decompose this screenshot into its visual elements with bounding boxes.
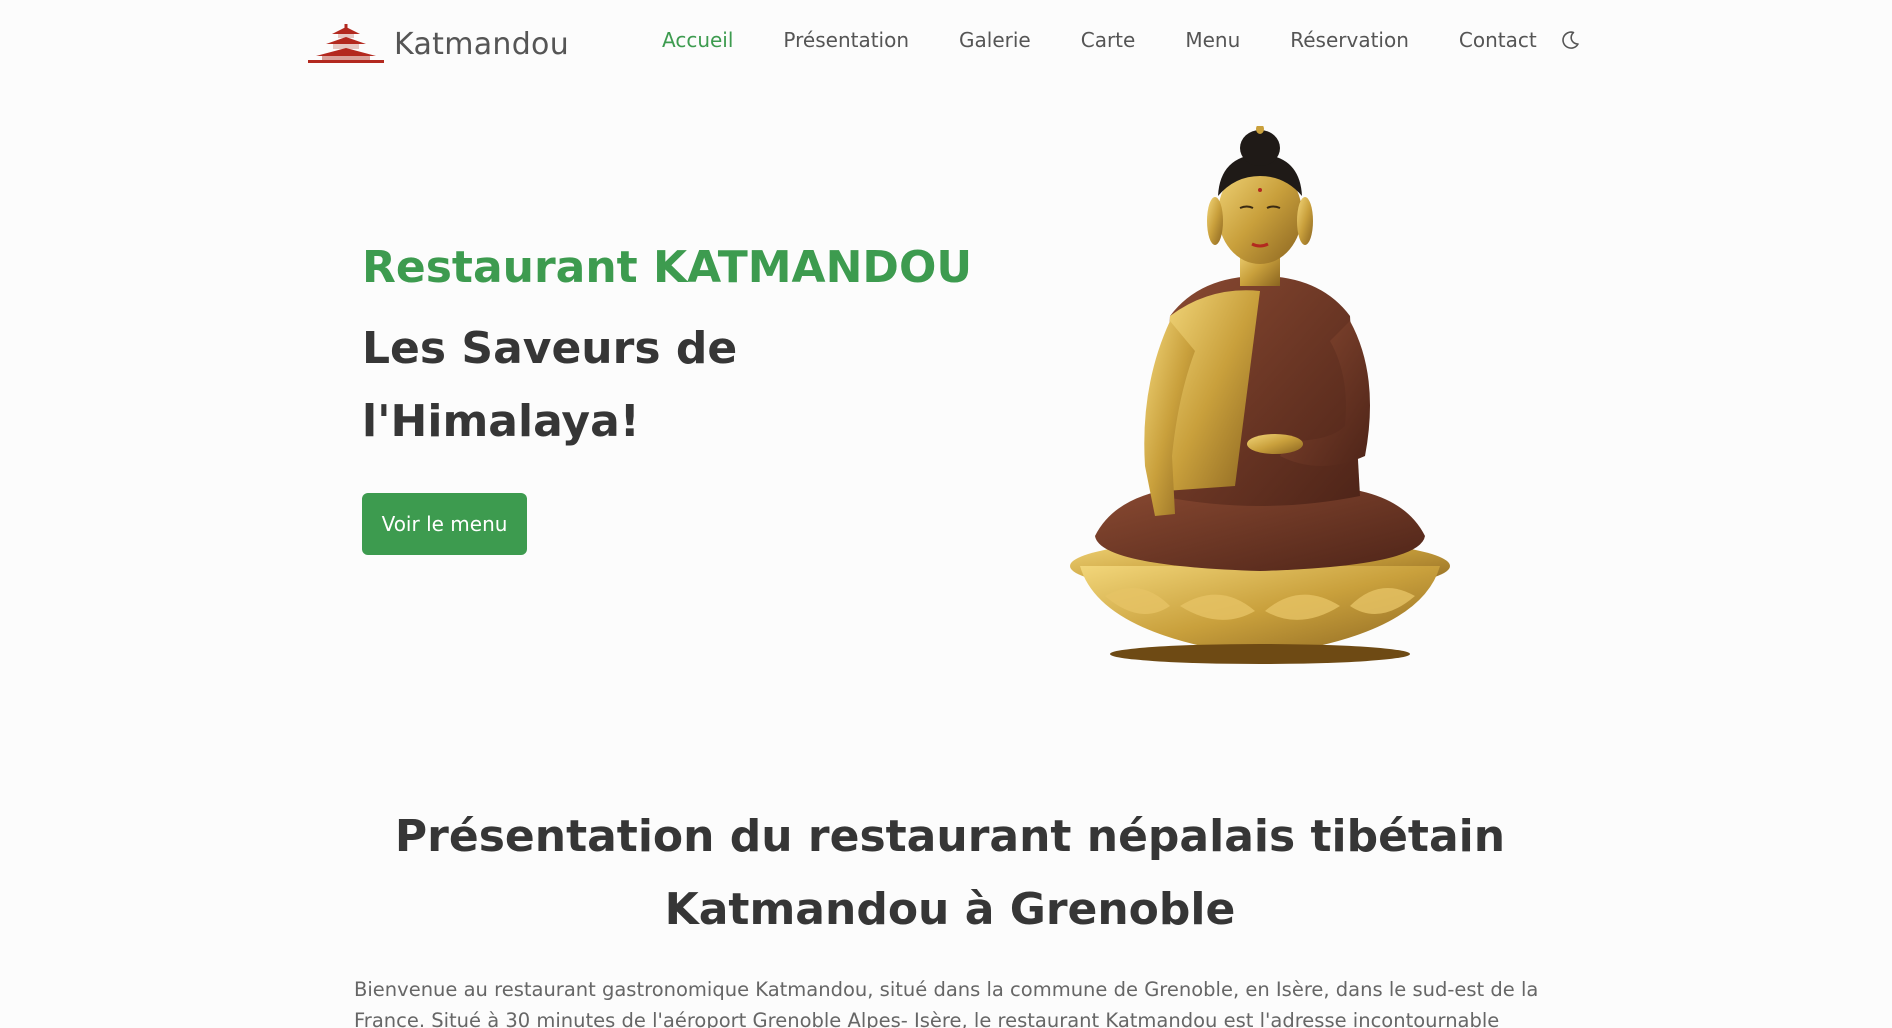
nav-item-carte[interactable]: Carte bbox=[1081, 28, 1136, 52]
presentation-body: Bienvenue au restaurant gastronomique Ka… bbox=[354, 978, 1539, 1028]
buddha-statue-image bbox=[1070, 126, 1450, 664]
page: Katmandou Accueil Présentation Galerie C… bbox=[0, 0, 1892, 1028]
presentation-title: Présentation du restaurant népalais tibé… bbox=[394, 811, 1506, 935]
nav-item-contact[interactable]: Contact bbox=[1459, 28, 1537, 52]
nav-item-reservation[interactable]: Réservation bbox=[1290, 28, 1409, 52]
navbar: Katmandou Accueil Présentation Galerie C… bbox=[0, 0, 1892, 88]
view-menu-button[interactable]: Voir le menu bbox=[362, 493, 527, 555]
nav-item-presentation[interactable]: Présentation bbox=[783, 28, 909, 52]
pagoda-icon bbox=[308, 24, 384, 63]
brand-link[interactable]: Katmandou bbox=[308, 20, 569, 68]
nav-item-accueil[interactable]: Accueil bbox=[662, 28, 733, 52]
nav-item-galerie[interactable]: Galerie bbox=[959, 28, 1031, 52]
nav-menu: Accueil Présentation Galerie Carte Menu … bbox=[662, 28, 1581, 52]
nav-item-menu[interactable]: Menu bbox=[1185, 28, 1240, 52]
moon-icon[interactable] bbox=[1559, 29, 1581, 51]
brand-name: Katmandou bbox=[394, 26, 570, 62]
hero-subtitle: Les Saveurs de l'Himalaya! bbox=[362, 323, 738, 447]
hero-title: Restaurant KATMANDOU bbox=[362, 242, 973, 293]
